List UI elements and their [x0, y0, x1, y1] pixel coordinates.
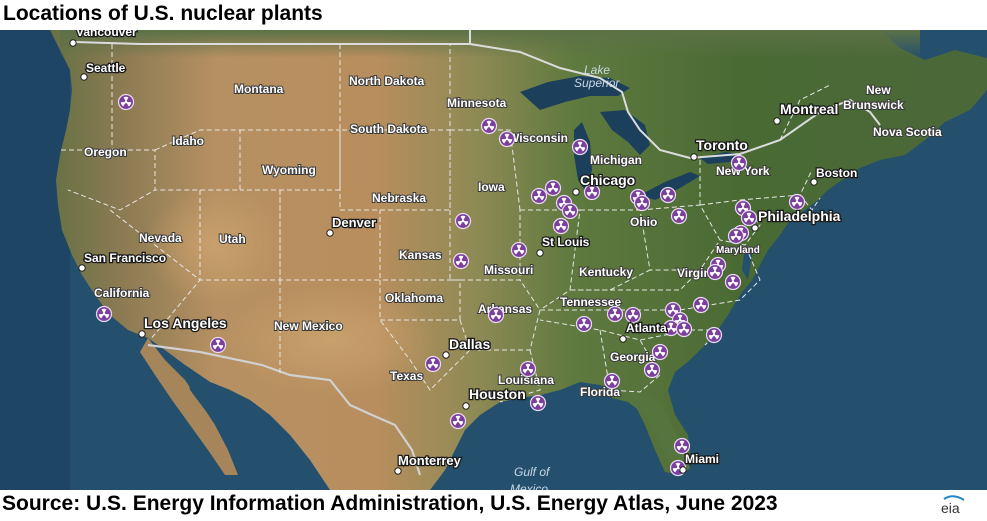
city-dot [773, 117, 781, 125]
nuclear-plant-icon[interactable] [424, 355, 442, 373]
city-dot [326, 229, 334, 237]
map-canvas[interactable]: Lake Superior Gulf of Mexico Montana North… [0, 30, 987, 490]
nuclear-plant-icon[interactable] [692, 296, 710, 314]
city-dot [619, 335, 627, 343]
city-label: Miami [685, 452, 719, 466]
nuclear-plant-icon[interactable] [603, 372, 621, 390]
region-label-new-mexico: New Mexico [274, 319, 343, 333]
nuclear-plant-icon[interactable] [449, 412, 467, 430]
nuclear-plant-icon[interactable] [544, 179, 562, 197]
region-label-california: California [94, 286, 150, 300]
nuclear-plant-icon[interactable] [561, 202, 579, 220]
region-label-minnesota: Minnesota [447, 96, 507, 110]
city-dot [462, 402, 470, 410]
nuclear-plant-icon[interactable] [480, 117, 498, 135]
city-label: Denver [332, 215, 376, 230]
city-label: Los Angeles [144, 315, 227, 331]
nuclear-plant-icon[interactable] [209, 336, 227, 354]
city-label: Philadelphia [758, 208, 841, 224]
region-label-michigan: Michigan [590, 153, 642, 167]
region-label-nebraska: Nebraska [372, 191, 426, 205]
region-label-arkansas: Arkansas [478, 302, 532, 316]
city-label: Houston [469, 386, 526, 402]
region-label-oklahoma: Oklahoma [385, 291, 443, 305]
city-label: Toronto [696, 137, 748, 153]
region-label-north-dakota: North Dakota [349, 74, 425, 88]
region-label-nova-scotia: Nova Scotia [873, 125, 942, 139]
nuclear-plant-icon[interactable] [659, 186, 677, 204]
city-label: Chicago [580, 172, 635, 188]
city-dot [679, 466, 687, 474]
nuclear-plant-icon[interactable] [606, 305, 624, 323]
nuclear-plant-icon[interactable] [724, 273, 742, 291]
pacific-ocean [0, 30, 70, 490]
map-title: Locations of U.S. nuclear plants [3, 2, 323, 25]
nuclear-plant-icon[interactable] [575, 315, 593, 333]
nuclear-plant-icon[interactable] [670, 207, 688, 225]
region-label-idaho: Idaho [172, 134, 204, 148]
city-dot [442, 351, 450, 359]
city-dot [69, 39, 77, 47]
city-dot [690, 153, 698, 161]
city-dot [572, 188, 580, 196]
city-label: Montreal [780, 101, 838, 117]
nuclear-plant-icon[interactable] [643, 361, 661, 379]
region-label-wyoming: Wyoming [262, 163, 316, 177]
region-label-georgia: Georgia [610, 350, 656, 364]
region-label-nevada: Nevada [139, 231, 182, 245]
region-label-ohio: Ohio [630, 215, 657, 229]
nuclear-plant-icon[interactable] [117, 93, 135, 111]
nuclear-plant-icon[interactable] [452, 252, 470, 270]
nuclear-plant-icon[interactable] [530, 187, 548, 205]
region-label-kansas: Kansas [399, 248, 442, 262]
nuclear-plant-icon[interactable] [571, 138, 589, 156]
nuclear-plant-icon[interactable] [740, 209, 758, 227]
city-dot [138, 330, 146, 338]
city-label: Dallas [449, 336, 490, 352]
city-dot [751, 224, 759, 232]
city-label: St Louis [542, 235, 590, 249]
region-label-south-dakota: South Dakota [350, 122, 428, 136]
city-label: Atlanta [626, 321, 667, 335]
eia-logo[interactable]: eia [938, 494, 968, 516]
nuclear-plant-icon[interactable] [675, 320, 693, 338]
nuclear-plant-icon[interactable] [730, 154, 748, 172]
region-label-texas: Texas [390, 369, 423, 383]
region-label-kentucky: Kentucky [579, 265, 633, 279]
city-label: Seattle [86, 61, 126, 75]
gulf-of-mexico-label: Gulf of Mexico [510, 465, 551, 490]
us-map[interactable]: Lake Superior Gulf of Mexico Montana North… [0, 30, 987, 490]
city-dot [78, 264, 86, 272]
nuclear-plant-icon[interactable] [510, 241, 528, 259]
nuclear-plant-icon[interactable] [454, 212, 472, 230]
region-label-oregon: Oregon [84, 145, 127, 159]
nuclear-plant-icon[interactable] [487, 306, 505, 324]
nuclear-plant-icon[interactable] [552, 217, 570, 235]
city-label: Boston [816, 166, 857, 180]
city-label: Vancouver [76, 30, 137, 39]
nuclear-plant-icon[interactable] [498, 130, 516, 148]
nuclear-plant-icon[interactable] [633, 194, 651, 212]
nuclear-plant-icon[interactable] [529, 394, 547, 412]
region-label-wisconsin: Wisconsin [508, 131, 568, 145]
nuclear-plant-icon[interactable] [705, 326, 723, 344]
city-label: San Francisco [84, 251, 166, 265]
nuclear-plant-icon[interactable] [651, 343, 669, 361]
desert-region [145, 185, 285, 305]
region-label-iowa: Iowa [478, 180, 505, 194]
city-label: Monterrey [398, 453, 462, 468]
source-caption: Source: U.S. Energy Information Administ… [2, 492, 778, 515]
region-label-missouri: Missouri [484, 263, 533, 277]
nuclear-plant-icon[interactable] [519, 360, 537, 378]
region-label-utah: Utah [219, 232, 246, 246]
region-label-montana: Montana [234, 82, 284, 96]
city-dot [394, 467, 402, 475]
eia-logo-text: eia [941, 500, 960, 516]
region-label-maryland: Maryland [716, 245, 760, 256]
nuclear-plant-icon[interactable] [727, 227, 745, 245]
nuclear-plant-icon[interactable] [95, 305, 113, 323]
city-dot [536, 249, 544, 257]
nuclear-plant-icon[interactable] [706, 263, 724, 281]
